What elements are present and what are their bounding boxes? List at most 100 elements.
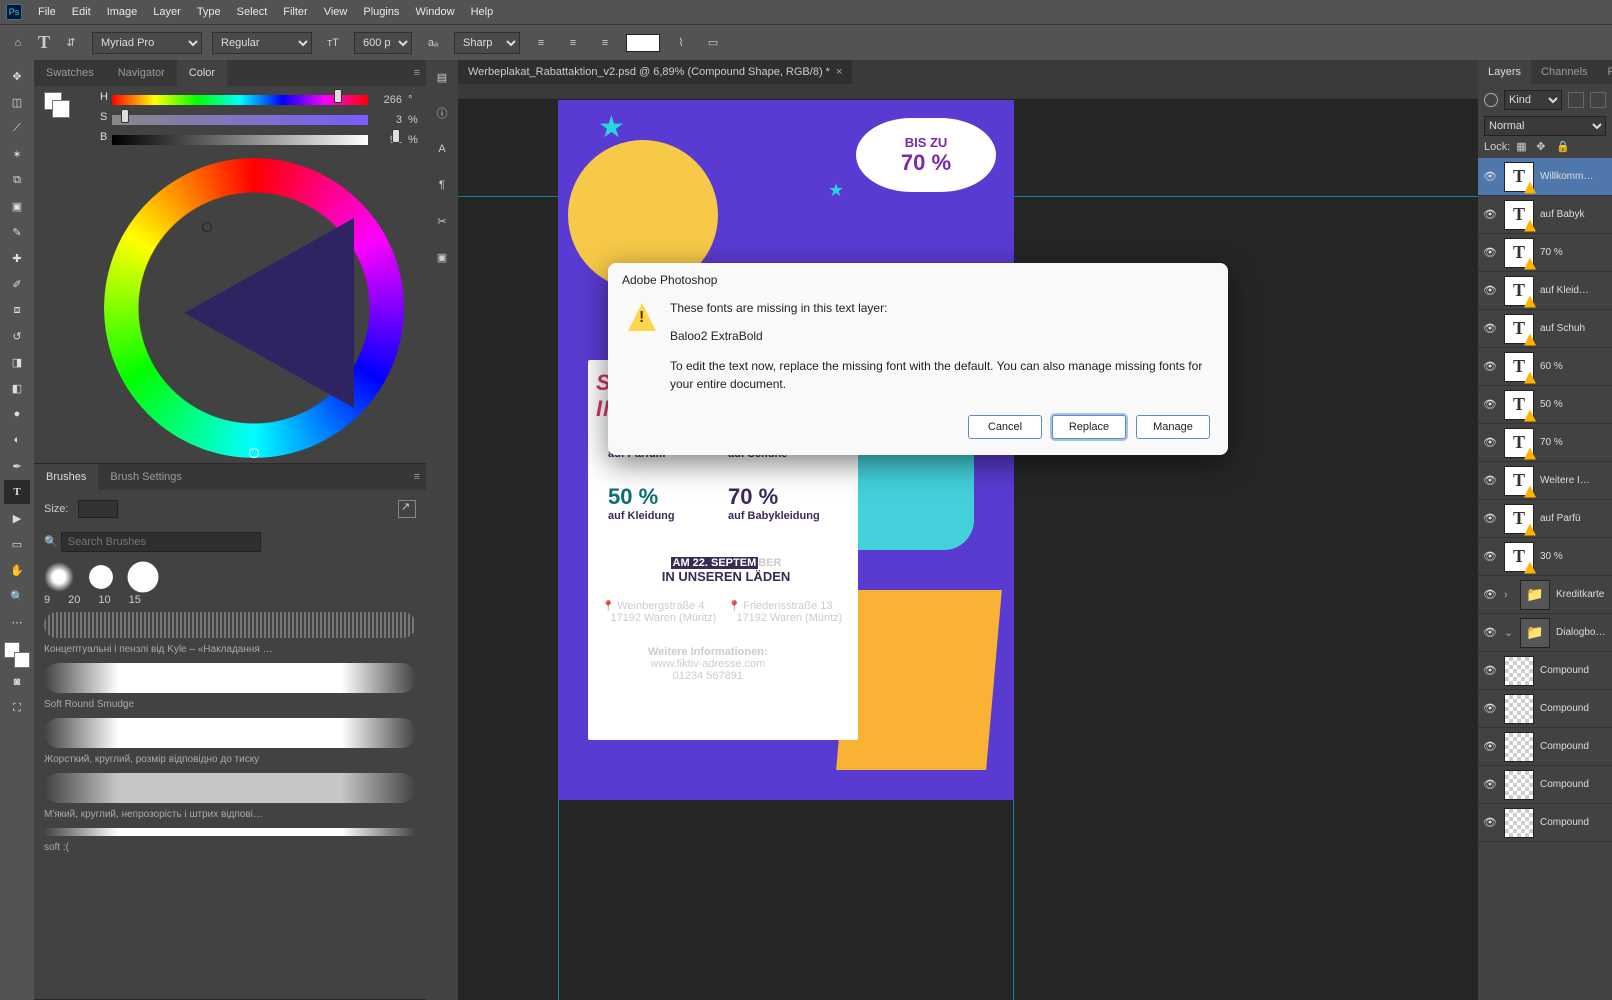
libraries-icon[interactable]: ▤ [431,66,453,88]
layer-search-icon[interactable] [1484,93,1498,107]
shape-tool-icon[interactable]: ▭ [4,532,30,556]
visibility-icon[interactable]: 👁 [1482,322,1498,335]
brush-preview[interactable] [44,828,416,836]
visibility-icon[interactable]: 👁 [1482,512,1498,525]
layer-row[interactable]: 👁Compound [1478,652,1612,690]
chevron-icon[interactable]: › [1504,589,1514,601]
stamp-tool-icon[interactable]: ⧈ [4,298,30,322]
layer-row[interactable]: 👁auf Kleid… [1478,272,1612,310]
tab-paths[interactable]: Paths [1598,60,1612,84]
menu-layer[interactable]: Layer [153,6,181,18]
tab-layers[interactable]: Layers [1478,60,1531,84]
tab-channels[interactable]: Channels [1531,60,1597,84]
history-brush-tool-icon[interactable]: ↺ [4,324,30,348]
font-size-select[interactable]: 600 pt [354,32,412,54]
visibility-icon[interactable]: 👁 [1482,588,1498,601]
bri-slider[interactable]: B 91 % [112,132,420,148]
panel-menu-icon[interactable]: ≡ [414,67,420,79]
menu-plugins[interactable]: Plugins [363,6,399,18]
zoom-tool-icon[interactable]: 🔍 [4,584,30,608]
menu-view[interactable]: View [324,6,348,18]
menu-edit[interactable]: Edit [72,6,91,18]
screenmode-icon[interactable]: ⛶ [4,696,30,720]
layer-name[interactable]: Willkomm… [1540,171,1608,182]
color-wheel[interactable] [104,158,404,458]
menu-type[interactable]: Type [197,6,221,18]
blur-tool-icon[interactable]: ● [4,402,30,426]
tab-navigator[interactable]: Navigator [106,60,177,86]
layer-row[interactable]: 👁⌄Dialogboxen [1478,614,1612,652]
layer-name[interactable]: Weitere I… [1540,475,1608,486]
layer-row[interactable]: 👁 auf Parfü [1478,500,1612,538]
layer-name[interactable]: 70 % [1540,437,1608,448]
lock-all-icon[interactable]: 🔒 [1556,140,1570,154]
brush-tip-presets[interactable] [44,562,416,592]
filter-adjust-icon[interactable] [1590,92,1606,108]
layer-row[interactable]: 👁 Weitere I… [1478,462,1612,500]
brush-name[interactable]: soft :( [44,842,416,853]
dodge-tool-icon[interactable]: ◐ [4,428,30,452]
tab-color[interactable]: Color [177,60,227,86]
layer-row[interactable]: 👁60 % [1478,348,1612,386]
layer-row[interactable]: 👁Compound [1478,690,1612,728]
visibility-icon[interactable]: 👁 [1482,816,1498,829]
visibility-icon[interactable]: 👁 [1482,284,1498,297]
replace-button[interactable]: Replace [1052,415,1126,439]
crop-tool-icon[interactable]: ⧉ [4,168,30,192]
brush-search-input[interactable] [61,532,261,552]
panel-menu-icon[interactable]: ≡ [414,471,420,483]
visibility-icon[interactable]: 👁 [1482,246,1498,259]
layer-row[interactable]: 👁›Kreditkarte [1478,576,1612,614]
layer-name[interactable]: Compound [1540,817,1608,828]
brush-tool-icon[interactable]: ✐ [4,272,30,296]
tab-brushes[interactable]: Brushes [34,464,98,490]
visibility-icon[interactable]: 👁 [1482,740,1498,753]
artboard-icon[interactable]: ▣ [431,246,453,268]
brush-size-input[interactable] [78,500,118,518]
layer-row[interactable]: 👁 auf Schuh [1478,310,1612,348]
more-tools-icon[interactable]: ⋯ [4,610,30,634]
cancel-button[interactable]: Cancel [968,415,1042,439]
eraser-tool-icon[interactable]: ◨ [4,350,30,374]
layer-name[interactable]: auf Parfü [1540,513,1608,524]
layer-row[interactable]: 👁Compound [1478,728,1612,766]
brush-preview[interactable] [44,773,416,803]
blend-mode-select[interactable]: Normal [1484,116,1606,136]
brush-name[interactable]: Жорсткий, круглий, розмір відповідно до … [44,754,416,765]
info-icon[interactable]: ⓘ [431,102,453,124]
warp-text-icon[interactable]: ⌇ [670,32,692,54]
menu-file[interactable]: File [38,6,56,18]
layer-row[interactable]: 👁 Willkomm… [1478,158,1612,196]
pen-tool-icon[interactable]: ✒ [4,454,30,478]
marquee-tool-icon[interactable]: ◫ [4,90,30,114]
paragraph-icon[interactable]: ¶ [431,174,453,196]
layer-row[interactable]: 👁auf Babyk [1478,196,1612,234]
brush-name[interactable]: Концептуальні і пензлі від Kyle – «Накла… [44,644,416,655]
layer-row[interactable]: 👁 Compound [1478,804,1612,842]
align-right-icon[interactable]: ≡ [594,32,616,54]
character-panel-icon[interactable]: ▭ [702,32,724,54]
lock-pixels-icon[interactable]: ▦ [1516,140,1530,154]
wand-tool-icon[interactable]: ✶ [4,142,30,166]
layer-row[interactable]: 👁30 % [1478,538,1612,576]
layer-name[interactable]: 70 % [1540,247,1608,258]
layer-name[interactable]: auf Babyk [1540,209,1608,220]
layer-name[interactable]: auf Schuh [1540,323,1608,334]
document-tab[interactable]: Werbeplakat_Rabattaktion_v2.psd @ 6,89% … [458,60,852,84]
brush-folder-icon[interactable] [398,500,416,518]
layer-row[interactable]: 👁Compound [1478,766,1612,804]
character-icon[interactable]: A [431,138,453,160]
quickmask-icon[interactable]: ◙ [4,670,30,694]
layer-filter-kind[interactable]: Kind [1504,90,1562,110]
visibility-icon[interactable]: 👁 [1482,702,1498,715]
frame-tool-icon[interactable]: ▣ [4,194,30,218]
layer-row[interactable]: 👁70 % [1478,424,1612,462]
visibility-icon[interactable]: 👁 [1482,474,1498,487]
canvas[interactable]: ★ ★ BIS ZU 70 % STARTEN IN DEN HERBST 30… [458,100,1478,1000]
visibility-icon[interactable]: 👁 [1482,170,1498,183]
type-tool-icon[interactable]: T [4,480,30,504]
brush-preview[interactable] [44,663,416,693]
color-fg-bg[interactable] [44,92,70,118]
path-select-tool-icon[interactable]: ▶ [4,506,30,530]
layer-name[interactable]: 50 % [1540,399,1608,410]
